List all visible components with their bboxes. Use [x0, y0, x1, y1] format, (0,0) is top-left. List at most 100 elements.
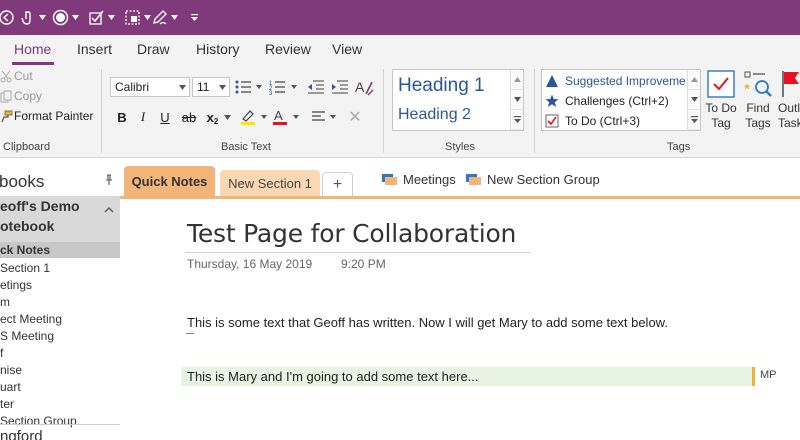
draw-pen-button[interactable]: [151, 0, 178, 35]
notebook-name-line-1: eoff's Demo: [0, 198, 80, 214]
style-heading-2[interactable]: Heading 2: [398, 106, 471, 124]
section-group-new[interactable]: New Section Group: [466, 172, 600, 187]
find-tags-label-1: Find: [746, 101, 770, 115]
section-meetings[interactable]: etings: [0, 278, 32, 292]
section-group-meetings[interactable]: Meetings: [382, 172, 456, 187]
tag-label: Suggested Improveme: [565, 74, 686, 88]
section-quick-notes[interactable]: ck Notes: [0, 243, 50, 257]
section-item[interactable]: uart: [0, 380, 21, 394]
font-name-box[interactable]: Calibri: [110, 77, 190, 97]
todo-tag-quick-button[interactable]: [88, 0, 115, 35]
section-group-icon: [466, 174, 481, 185]
notebooks-header: books: [0, 172, 45, 191]
notebook-next[interactable]: ngford: [0, 428, 43, 440]
section-item[interactable]: m: [0, 295, 10, 309]
more-tags-button[interactable]: [688, 110, 700, 130]
section-group-item[interactable]: Section Group: [0, 414, 77, 428]
page-date: Thursday, 16 May 2019: [187, 257, 313, 271]
highlight-button[interactable]: [238, 107, 270, 127]
back-button[interactable]: [0, 0, 15, 35]
tab-draw[interactable]: Draw: [137, 41, 170, 57]
scroll-up-button[interactable]: [688, 70, 700, 90]
record-icon: [52, 9, 69, 26]
group-divider: [534, 69, 535, 153]
clear-all-button[interactable]: ✕: [346, 107, 364, 127]
outlook-tasks-button[interactable]: Outl Task: [776, 69, 800, 131]
style-heading-1[interactable]: Heading 1: [398, 75, 485, 97]
bullets-button[interactable]: [234, 77, 264, 97]
touch-mode-button[interactable]: [19, 0, 46, 35]
tag-challenges[interactable]: Challenges (Ctrl+2): [545, 91, 701, 111]
note-paragraph-geoff[interactable]: This is some text that Geoff has written…: [187, 315, 668, 330]
format-painter-label: Format Painter: [14, 109, 94, 123]
chevron-up-icon: [513, 77, 521, 82]
chevron-up-icon: [690, 77, 698, 82]
more-styles-button[interactable]: [511, 110, 523, 130]
section-new-section-1[interactable]: Section 1: [0, 261, 50, 275]
numbered-list-icon: 123: [269, 81, 297, 95]
add-section-button[interactable]: +: [322, 172, 353, 196]
tags-gallery: Suggested Improveme Challenges (Ctrl+2) …: [541, 69, 701, 131]
section-group-label: New Section Group: [487, 172, 600, 187]
pin-icon[interactable]: [104, 174, 114, 186]
cut-button[interactable]: Cut: [0, 69, 33, 83]
page-title[interactable]: Test Page for Collaboration: [187, 219, 516, 248]
todo-tag-button[interactable]: To Do Tag: [703, 69, 739, 131]
paragraph-marker: [186, 333, 194, 334]
notebook-divider: [0, 424, 120, 425]
tab-history[interactable]: History: [196, 41, 240, 57]
font-name-value: Calibri: [115, 80, 150, 94]
chevron-up-icon[interactable]: [104, 206, 114, 213]
scissors-icon: [0, 70, 12, 82]
subscript-mark: 2: [213, 116, 219, 126]
svg-text:A: A: [355, 79, 365, 95]
format-painter-button[interactable]: Format Painter: [0, 109, 93, 123]
todo-tag-label-2: Tag: [711, 116, 731, 130]
section-tab-quick-notes[interactable]: Quick Notes: [124, 166, 215, 196]
font-color-button[interactable]: A: [270, 107, 302, 127]
italic-button[interactable]: I: [135, 107, 151, 127]
screen-clip-icon: [124, 9, 141, 26]
section-item[interactable]: ter: [0, 397, 14, 411]
tag-to-do[interactable]: To Do (Ctrl+3): [545, 111, 701, 131]
numbering-button[interactable]: 123: [268, 77, 300, 97]
highlighter-icon: [241, 110, 267, 125]
tab-home[interactable]: Home: [14, 41, 51, 57]
tab-review[interactable]: Review: [265, 41, 311, 57]
screen-clipping-button[interactable]: [124, 0, 151, 35]
increase-indent-button[interactable]: [330, 77, 350, 97]
customize-toolbar-button[interactable]: [188, 0, 198, 35]
decrease-indent-icon: [308, 80, 324, 94]
clear-formatting-button[interactable]: A: [354, 77, 376, 97]
find-tags-button[interactable]: Find Tags: [742, 69, 774, 131]
section-project-meeting[interactable]: ect Meeting: [0, 312, 62, 326]
tab-view[interactable]: View: [332, 41, 362, 57]
scroll-up-button[interactable]: [511, 70, 523, 90]
todo-checkbox-icon: [707, 70, 735, 98]
section-item[interactable]: nise: [0, 363, 22, 377]
underline-button[interactable]: U: [157, 107, 173, 127]
tab-insert[interactable]: Insert: [77, 41, 112, 57]
styles-gallery: Heading 1 Heading 2: [392, 69, 524, 131]
scroll-down-button[interactable]: [688, 90, 700, 110]
section-meeting[interactable]: S Meeting: [0, 329, 54, 343]
ribbon-tabs: Home Insert Draw History Review View: [0, 35, 800, 65]
paragraph-alignment-button[interactable]: [310, 107, 340, 127]
decrease-indent-button[interactable]: [306, 77, 326, 97]
font-size-box[interactable]: 11: [192, 77, 230, 97]
tag-suggested-improvement[interactable]: Suggested Improveme: [545, 71, 701, 91]
title-underline: [185, 252, 530, 253]
strikethrough-button[interactable]: ab: [178, 107, 200, 127]
notebook-pane: books eoff's Demo otebook ck Notes Secti…: [0, 158, 120, 440]
scroll-down-button[interactable]: [511, 90, 523, 110]
section-item[interactable]: f: [0, 346, 3, 360]
chevron-down-icon: [513, 97, 521, 102]
chevron-down-icon: [179, 85, 186, 90]
record-button[interactable]: [52, 0, 79, 35]
note-paragraph-mary[interactable]: This is Mary and I'm going to add some t…: [187, 369, 479, 384]
subscript-button[interactable]: x2: [204, 107, 234, 127]
triangle-icon: [546, 75, 558, 87]
copy-button[interactable]: Copy: [0, 89, 42, 103]
section-tab-new-section-1[interactable]: New Section 1: [220, 170, 320, 196]
bold-button[interactable]: B: [114, 107, 130, 127]
